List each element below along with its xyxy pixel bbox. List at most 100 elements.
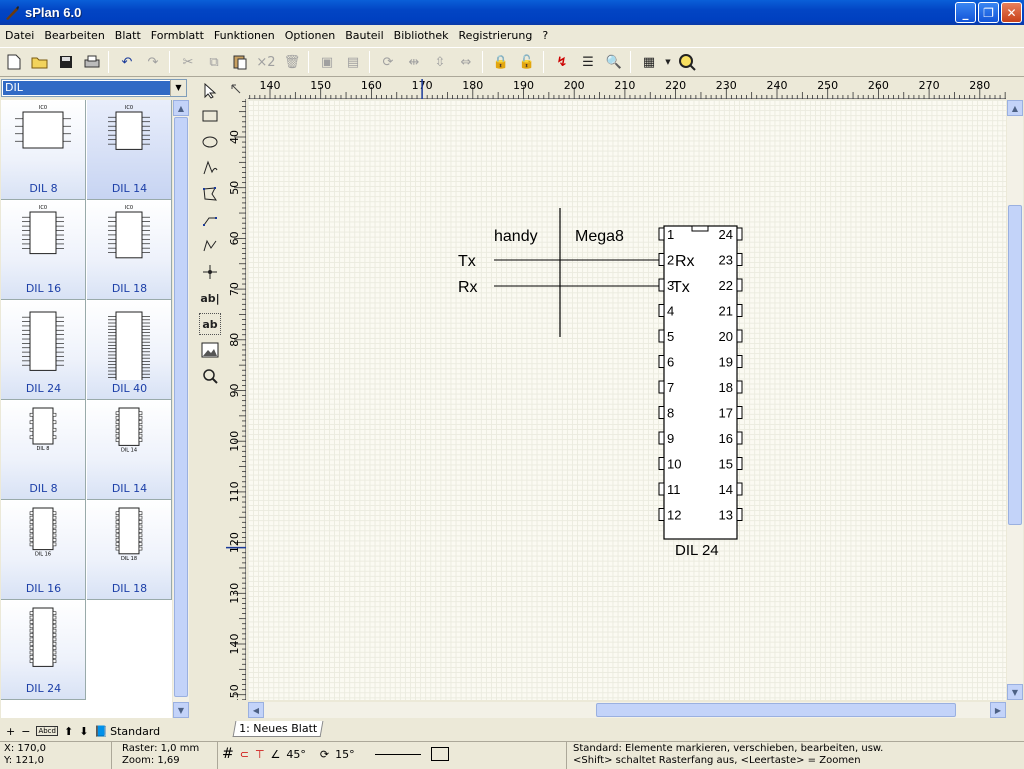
chevron-down-icon[interactable]: ▼ <box>170 80 186 96</box>
angle-15[interactable]: 15° <box>335 748 355 761</box>
grid-snap-icon[interactable]: # <box>222 746 234 762</box>
menu-bibliothek[interactable]: Bibliothek <box>389 29 454 42</box>
canvas-horizontal-scrollbar[interactable]: ◀ ▶ <box>248 702 1006 718</box>
grid-dropdown[interactable]: ▼ <box>663 50 673 74</box>
library-name[interactable]: Standard <box>110 725 160 738</box>
horizontal-ruler[interactable]: 140 150 160 170 180 190 200 210 220 230 240 250 260 2… <box>248 79 1006 99</box>
menu-funktionen[interactable]: Funktionen <box>209 29 280 42</box>
zoom-tool[interactable] <box>199 365 221 387</box>
duplicate-button[interactable]: ×2 <box>254 50 278 74</box>
bezier-tool[interactable] <box>199 235 221 257</box>
library-item[interactable]: DIL 24 <box>1 600 86 700</box>
menu-datei[interactable]: Datei <box>0 29 39 42</box>
lock-button[interactable]: 🔒 <box>489 50 513 74</box>
header-handy[interactable]: handy <box>494 228 538 245</box>
library-item[interactable]: IC0 DIL 8 <box>1 100 86 200</box>
scroll-down-button[interactable]: ▼ <box>173 702 189 718</box>
group-button[interactable]: ▣ <box>315 50 339 74</box>
library-item[interactable]: DIL 40 <box>87 300 172 400</box>
sheet-tab[interactable]: 1: Neues Blatt <box>232 721 324 737</box>
scroll-up-button[interactable]: ▲ <box>173 100 189 116</box>
library-item[interactable]: IC0 DIL 18 <box>87 200 172 300</box>
library-item[interactable]: DIL 16 DIL 16 <box>1 500 86 600</box>
ic-pin-label-rx[interactable]: Rx <box>675 253 695 270</box>
numbering-button[interactable]: ↯ <box>550 50 574 74</box>
scroll-down-button[interactable]: ▼ <box>1007 684 1023 700</box>
menu-formblatt[interactable]: Formblatt <box>146 29 209 42</box>
text-tool[interactable]: ab| <box>199 287 221 309</box>
ellipse-tool[interactable] <box>199 131 221 153</box>
line-style-icon[interactable] <box>374 753 421 755</box>
zoom-button[interactable] <box>675 50 699 74</box>
menu-help[interactable]: ? <box>537 29 553 42</box>
library-scroll-thumb[interactable] <box>174 117 188 697</box>
rotate-button[interactable]: ⟳ <box>376 50 400 74</box>
drawing-canvas[interactable]: handy Mega8 Tx Rx 1 24 2 23 3 22 4 21 5 20 6 19 7 18 8… <box>248 100 1006 700</box>
menu-blatt[interactable]: Blatt <box>110 29 146 42</box>
header-mega8[interactable]: Mega8 <box>575 228 624 245</box>
library-item[interactable]: IC0 DIL 16 <box>1 200 86 300</box>
minimize-button[interactable]: _ <box>955 2 976 23</box>
label-icon[interactable]: Abcd <box>36 726 58 736</box>
undo-button[interactable]: ↶ <box>115 50 139 74</box>
menu-bauteil[interactable]: Bauteil <box>340 29 388 42</box>
rotate-angle-icon[interactable]: ⟳ <box>320 748 329 761</box>
angle-icon[interactable]: ∠ <box>271 748 281 761</box>
textbox-tool[interactable]: ab <box>199 313 221 335</box>
open-button[interactable] <box>28 50 52 74</box>
search-button[interactable]: 🔍 <box>602 50 626 74</box>
label-rx[interactable]: Rx <box>458 279 478 296</box>
rectangle-tool[interactable] <box>199 105 221 127</box>
copy-button[interactable]: ⧉ <box>202 50 226 74</box>
polygon-tool[interactable] <box>199 183 221 205</box>
ic-dil24[interactable]: 1 242 233 224 215 206 197 188 179 1610 1511 1412 13 <box>658 225 743 540</box>
vertical-ruler[interactable]: 40 50 60 70 80 90 100 110 120 130 140 150 <box>226 99 246 705</box>
restore-button[interactable]: ❐ <box>978 2 999 23</box>
unlock-button[interactable]: 🔓 <box>515 50 539 74</box>
cut-button[interactable]: ✂ <box>176 50 200 74</box>
ruler-corner[interactable] <box>226 79 248 99</box>
redo-button[interactable]: ↷ <box>141 50 165 74</box>
library-item[interactable]: DIL 24 <box>1 300 86 400</box>
select-tool[interactable] <box>199 80 221 102</box>
magnet-icon[interactable]: ⊂ <box>240 748 249 761</box>
add-icon[interactable]: + <box>6 725 15 738</box>
paste-button[interactable] <box>228 50 252 74</box>
flip-button[interactable]: ⇔ <box>454 50 478 74</box>
scroll-right-button[interactable]: ▶ <box>990 702 1006 718</box>
new-button[interactable] <box>2 50 26 74</box>
remove-icon[interactable]: − <box>21 725 30 738</box>
close-button[interactable]: ✕ <box>1001 2 1022 23</box>
library-scrollbar[interactable]: ▲ ▼ <box>173 100 189 718</box>
scroll-up-button[interactable]: ▲ <box>1007 100 1023 116</box>
ungroup-button[interactable]: ▤ <box>341 50 365 74</box>
arrow-down-icon[interactable]: ⬇ <box>79 725 88 738</box>
menu-bearbeiten[interactable]: Bearbeiten <box>39 29 109 42</box>
delete-button[interactable]: 🗑 <box>280 50 304 74</box>
canvas-vertical-scrollbar[interactable]: ▲ ▼ <box>1007 100 1023 700</box>
canvas-vscroll-thumb[interactable] <box>1008 205 1022 525</box>
library-select[interactable]: DIL ▼ <box>1 79 187 97</box>
angle-45[interactable]: 45° <box>286 748 306 761</box>
menu-optionen[interactable]: Optionen <box>280 29 340 42</box>
menu-registrierung[interactable]: Registrierung <box>454 29 538 42</box>
library-item[interactable]: DIL 14 DIL 14 <box>87 400 172 500</box>
freehand-tool[interactable] <box>199 157 221 179</box>
image-tool[interactable] <box>199 339 221 361</box>
label-tx[interactable]: Tx <box>458 253 476 270</box>
pin-icon[interactable]: ⊤ <box>255 748 265 761</box>
save-button[interactable] <box>54 50 78 74</box>
parts-list-button[interactable]: ☰ <box>576 50 600 74</box>
mirror-h-button[interactable]: ⇹ <box>402 50 426 74</box>
library-item[interactable]: DIL 18 DIL 18 <box>87 500 172 600</box>
fill-style-icon[interactable] <box>430 747 449 761</box>
mirror-v-button[interactable]: ⇳ <box>428 50 452 74</box>
print-button[interactable] <box>80 50 104 74</box>
ic-pin-label-tx[interactable]: Tx <box>672 279 690 296</box>
line-tool[interactable] <box>199 209 221 231</box>
arrow-up-icon[interactable]: ⬆ <box>64 725 73 738</box>
library-item[interactable]: DIL 8 DIL 8 <box>1 400 86 500</box>
ic-name[interactable]: DIL 24 <box>675 542 719 559</box>
scroll-left-button[interactable]: ◀ <box>248 702 264 718</box>
grid-button[interactable]: ▦ <box>637 50 661 74</box>
